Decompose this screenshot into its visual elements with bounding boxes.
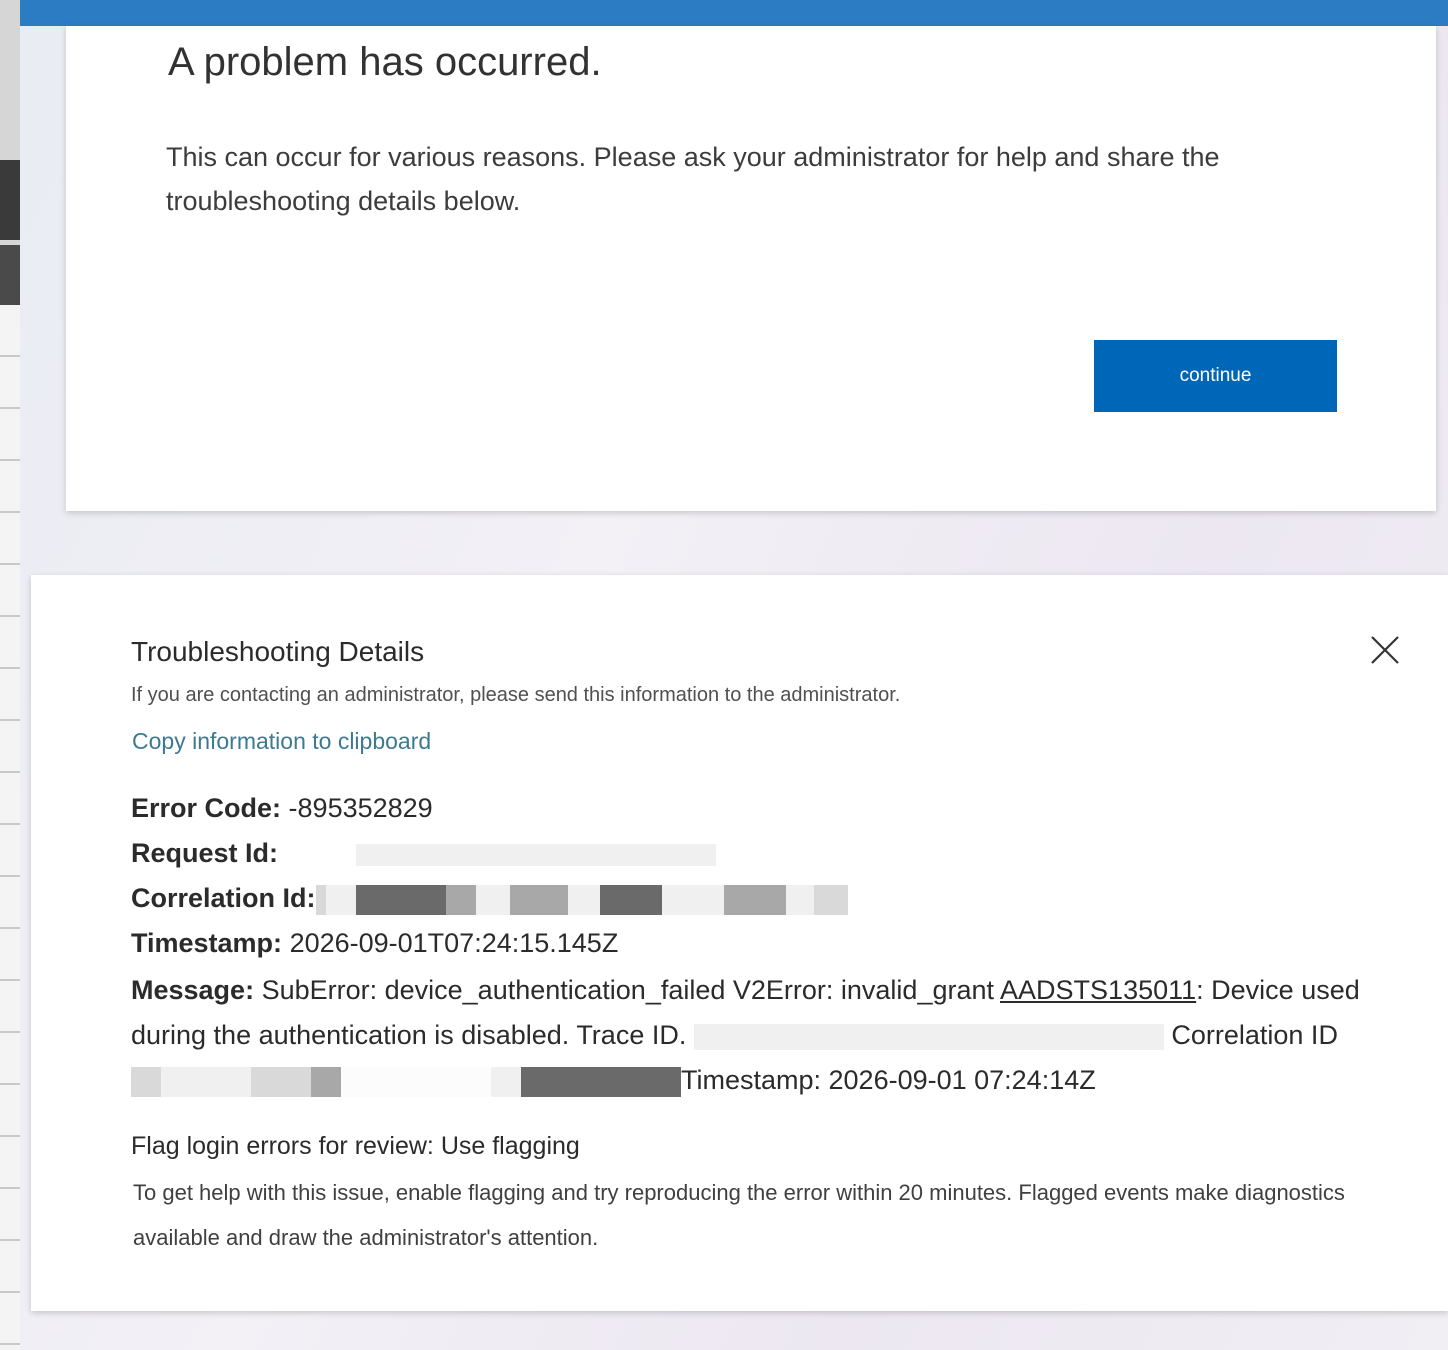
error-description: This can occur for various reasons. Plea… (166, 142, 1220, 216)
redacted-block (723, 884, 786, 915)
redacted-block (521, 1066, 681, 1097)
redacted-block (475, 884, 510, 915)
redacted-block (661, 884, 724, 915)
background-window-block (0, 160, 20, 240)
timestamp-value: 2026-09-01T07:24:15.145Z (289, 928, 619, 958)
redacted-block (813, 884, 848, 915)
timestamp-label: Timestamp: (131, 928, 283, 958)
redacted-request-id (355, 843, 716, 866)
correlation-id-row: Correlation Id: (131, 883, 848, 915)
redacted-block (131, 1066, 161, 1097)
redacted-block (491, 1066, 521, 1097)
redacted-trace-id (693, 1023, 1164, 1050)
message-timestamp: Timestamp: 2026-09-01 07:24:14Z (681, 1065, 1096, 1095)
message-error-code: AADSTS135011 (1000, 975, 1197, 1005)
close-button[interactable] (1362, 628, 1408, 674)
request-id-label: Request Id: (131, 838, 279, 868)
request-id-row: Request Id: (131, 838, 716, 869)
troubleshooting-heading: Troubleshooting Details (131, 636, 425, 667)
redacted-block (445, 884, 476, 915)
redacted-block (599, 884, 662, 915)
troubleshooting-subtitle: If you are contacting an administrator, … (131, 684, 901, 706)
correlation-id-label: Correlation Id: (131, 883, 316, 913)
message-label: Message: (131, 975, 255, 1005)
redacted-block (161, 1066, 251, 1097)
copy-to-clipboard-link[interactable]: Copy information to clipboard (132, 728, 431, 755)
redacted-block (325, 884, 356, 915)
flagging-description: To get help with this issue, enable flag… (133, 1180, 1345, 1250)
timestamp-row: Timestamp: 2026-09-01T07:24:15.145Z (131, 928, 618, 959)
redacted-block (785, 884, 814, 915)
window-title-bar (20, 0, 1448, 26)
redacted-block (311, 1066, 341, 1097)
redacted-block (315, 884, 326, 915)
error-code-row: Error Code: -895352829 (131, 793, 433, 824)
message-correlation-label: Correlation ID (1171, 1020, 1338, 1050)
redacted-block (355, 884, 446, 915)
background-window-strip (0, 0, 21, 1350)
error-card (66, 26, 1436, 511)
redacted-block (567, 884, 600, 915)
continue-button[interactable]: continue (1094, 340, 1337, 412)
message-text: SubError: device_authentication_failed V… (261, 975, 1001, 1005)
redacted-block (341, 1066, 491, 1097)
page-title: A problem has occurred. (168, 40, 602, 84)
redacted-block (251, 1066, 311, 1097)
redacted-block (509, 884, 568, 915)
error-code-label: Error Code: (131, 793, 282, 823)
background-window-grid (0, 305, 20, 1350)
error-code-value: -895352829 (288, 793, 433, 823)
flagging-title: Flag login errors for review: Use flaggi… (131, 1132, 580, 1160)
error-message: Message: SubError: device_authentication… (131, 968, 1361, 1103)
background-window-block (0, 245, 20, 305)
close-icon (1371, 636, 1399, 664)
